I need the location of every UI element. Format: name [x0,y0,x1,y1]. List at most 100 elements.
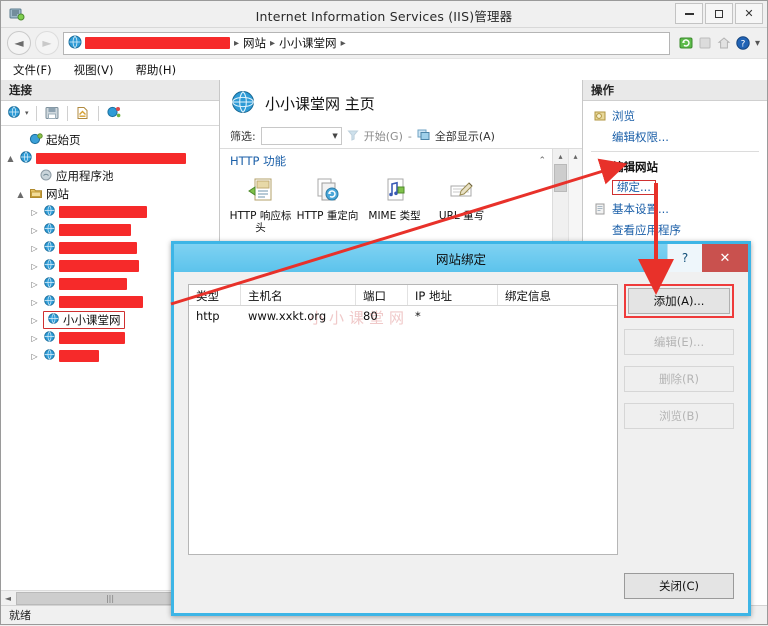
save-icon[interactable] [44,105,60,121]
site-icon [43,258,56,274]
toolbar-divider [36,106,37,121]
bindings-table[interactable]: 类型 主机名 端口 IP 地址 绑定信息 小小课堂网 http www.xxkt… [188,284,618,555]
tree-label: 应用程序池 [56,168,114,184]
browse-button[interactable]: 浏览(B) [624,403,734,429]
tree-label-redacted [59,296,143,308]
menu-file[interactable]: 文件(F) [13,62,52,78]
site-icon [43,240,56,256]
feature-url-rewrite[interactable]: URL 重写 [429,175,494,234]
tree-twisty-expanded[interactable]: ▲ [15,190,26,199]
minimize-button[interactable] [675,3,703,24]
action-view-applications[interactable]: 查看应用程序 [583,219,767,240]
action-edit-permissions[interactable]: 编辑权限... [583,126,767,147]
tree-node-start-page[interactable]: 起始页 [1,131,219,149]
show-all-button[interactable]: 全部显示(A) [435,128,495,144]
dialog-titlebar: 网站绑定 ? ✕ [174,244,748,272]
stop-icon[interactable] [697,35,713,51]
start-page-icon [29,132,43,149]
scroll-up-arrow-icon[interactable]: ▴ [573,149,577,163]
tree-node-site[interactable]: ▷ [1,203,219,221]
home-icon[interactable] [716,35,732,51]
action-bindings[interactable]: 绑定... [583,177,767,198]
tree-node-sites[interactable]: ▲ 网站 [1,185,219,203]
column-header-port[interactable]: 端口 [356,285,408,305]
maximize-button[interactable] [705,3,733,24]
action-basic-settings[interactable]: 基本设置... [583,198,767,219]
export-icon[interactable] [75,105,91,121]
address-tool-icons: ? ▾ [674,35,761,51]
filter-input[interactable]: ▼ [261,127,342,145]
action-browse[interactable]: 浏览 [583,105,767,126]
refresh-icon[interactable] [678,35,694,51]
tree-twisty-collapsed[interactable]: ▷ [29,280,40,289]
breadcrumb[interactable]: ▸ 网站 ▸ 小小课堂网 ▸ [63,32,670,55]
scroll-left-arrow-icon[interactable]: ◄ [1,594,15,603]
site-icon [43,222,56,238]
maximize-icon [715,10,723,18]
chevron-down-icon[interactable]: ▼ [332,132,337,140]
column-header-ip-address[interactable]: IP 地址 [408,285,498,305]
tree-label-redacted [59,332,125,344]
site-connection-icon[interactable] [106,105,122,121]
menu-view[interactable]: 视图(V) [74,62,114,78]
feature-http-response-headers[interactable]: HTTP 响应标头 [228,175,293,234]
tree-node-app-pools[interactable]: 应用程序池 [1,167,219,185]
feature-label: HTTP 重定向 [295,210,360,222]
breadcrumb-separator: ▸ [233,38,240,49]
filter-go-button[interactable]: 开始(G) [364,128,403,144]
site-bindings-dialog: 网站绑定 ? ✕ 类型 主机名 端口 IP 地址 绑定信息 小小课堂网 http… [171,241,751,616]
tree-node-server[interactable]: ▲ [1,149,219,167]
chevron-down-icon[interactable]: ▾ [25,109,29,117]
menu-help[interactable]: 帮助(H) [135,62,176,78]
remove-button[interactable]: 删除(R) [624,366,734,392]
column-header-hostname[interactable]: 主机名 [241,285,356,305]
dialog-buttons: 添加(A)... 编辑(E)... 删除(R) 浏览(B) [624,284,734,429]
column-header-type[interactable]: 类型 [189,285,241,305]
help-icon[interactable]: ? [735,35,751,51]
breadcrumb-item-sites[interactable]: 网站 [243,35,266,51]
chevron-down-icon[interactable]: ▾ [754,38,761,49]
spacer-icon [593,223,607,237]
basic-settings-icon [593,202,607,216]
feature-icon-row: HTTP 响应标头 HTTP 重定向 MIME 类型 [220,171,552,234]
dialog-close-button[interactable]: ✕ [702,244,748,272]
dialog-title: 网站绑定 [436,249,486,268]
scroll-thumb[interactable] [554,164,567,192]
chevron-up-icon[interactable]: ⌃ [538,156,546,166]
connect-to-server-icon[interactable] [7,105,23,121]
action-label: 编辑权限... [612,129,669,145]
breadcrumb-item-site[interactable]: 小小课堂网 [279,35,337,51]
back-button[interactable]: ◄ [7,31,31,55]
feature-mime-types[interactable]: MIME 类型 [362,175,427,234]
scroll-up-arrow-icon[interactable]: ▴ [558,149,562,163]
forward-button[interactable]: ► [35,31,59,55]
site-icon [43,204,56,220]
tree-twisty-collapsed[interactable]: ▷ [29,262,40,271]
tree-twisty-collapsed[interactable]: ▷ [29,352,40,361]
feature-label: URL 重写 [429,210,494,222]
action-label: 基本设置... [612,201,669,217]
tree-twisty-collapsed[interactable]: ▷ [29,226,40,235]
dialog-close-action-button[interactable]: 关闭(C) [624,573,734,599]
spacer-icon [593,130,607,144]
tree-node-site[interactable]: ▷ [1,221,219,239]
table-row[interactable]: http www.xxkt.org 80 * [189,306,617,326]
tree-twisty-collapsed[interactable]: ▷ [29,334,40,343]
edit-button[interactable]: 编辑(E)... [624,329,734,355]
tree-label-redacted [59,350,99,362]
tree-label-redacted [59,242,137,254]
dialog-help-button[interactable]: ? [667,244,702,272]
tree-twisty-collapsed[interactable]: ▷ [29,316,40,325]
tree-label-redacted [36,153,186,164]
feature-http-redirect[interactable]: HTTP 重定向 [295,175,360,234]
tree-twisty-collapsed[interactable]: ▷ [29,208,40,217]
column-header-binding-info[interactable]: 绑定信息 [498,285,617,305]
tree-twisty-expanded[interactable]: ▲ [5,154,16,163]
tree-twisty-collapsed[interactable]: ▷ [29,244,40,253]
menu-bar: 文件(F) 视图(V) 帮助(H) [1,59,767,82]
action-label: 绑定... [612,180,656,195]
close-button[interactable]: ✕ [735,3,763,24]
cell-hostname: www.xxkt.org [241,306,356,326]
add-button[interactable]: 添加(A)... [628,288,730,314]
tree-twisty-collapsed[interactable]: ▷ [29,298,40,307]
